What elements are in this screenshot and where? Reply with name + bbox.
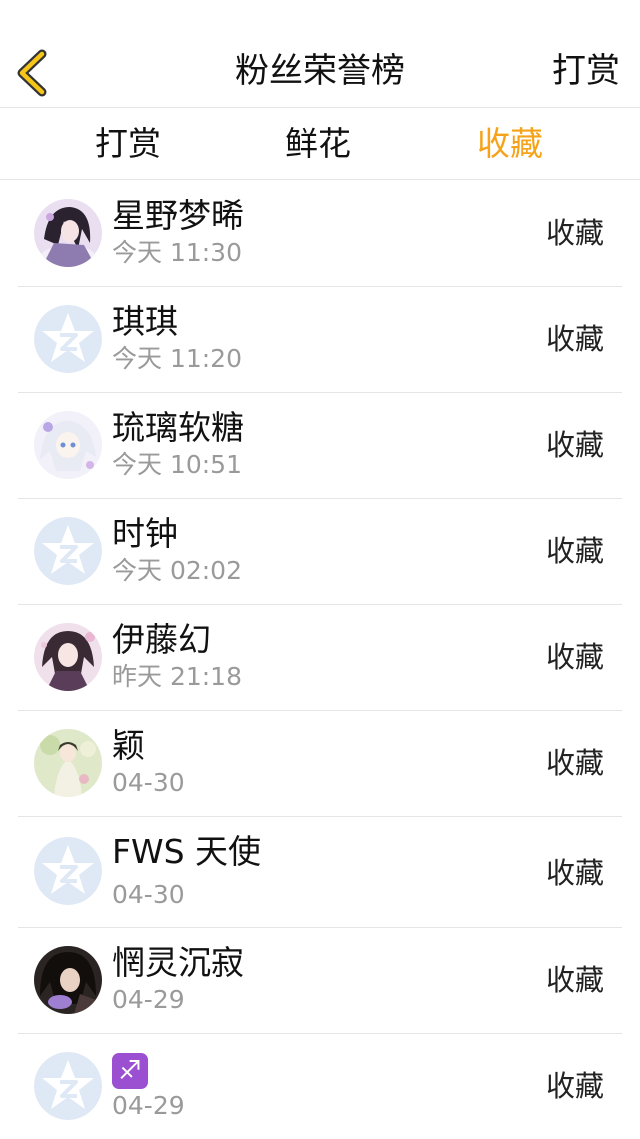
default-avatar-icon [34,517,102,585]
fan-time: 04-30 [112,880,185,909]
tab-bar: 打赏 鲜花 收藏 [0,108,640,180]
list-item[interactable]: 琪琪 今天 11:20 收藏 [0,287,640,393]
fan-name: ♐ [112,1048,148,1090]
fan-time: 今天 02:02 [112,556,242,585]
fan-time: 04-29 [112,1091,185,1120]
fan-time: 今天 11:20 [112,344,242,373]
list-item[interactable]: 颖 04-30 收藏 [0,711,640,817]
list-item[interactable]: 惘灵沉寂 04-29 收藏 [0,928,640,1034]
action-label: 收藏 [545,963,604,997]
action-label: 收藏 [545,1069,604,1103]
list-item[interactable]: ♐ 04-29 收藏 [0,1034,640,1139]
fan-time: 04-29 [112,985,185,1014]
fan-name: 伊藤幻 [112,620,211,659]
tab-flowers[interactable]: 鲜花 [238,122,398,166]
avatar [34,199,102,267]
default-avatar-icon [34,837,102,905]
fan-time: 今天 10:51 [112,450,242,479]
fan-name: 星野梦晞 [112,196,244,235]
list-item[interactable]: 时钟 今天 02:02 收藏 [0,499,640,605]
avatar [34,623,102,691]
fan-time: 今天 11:30 [112,238,242,267]
fan-name: 颖 [112,726,145,765]
tab-favorites[interactable]: 收藏 [430,122,590,166]
list-item[interactable]: FWS 天使 04-30 收藏 [0,817,640,928]
reward-button[interactable]: 打赏 [552,48,620,94]
action-label: 收藏 [545,640,604,674]
list-item[interactable]: 伊藤幻 昨天 21:18 收藏 [0,605,640,711]
fan-name: 惘灵沉寂 [112,943,244,982]
avatar [34,729,102,797]
default-avatar-icon [34,305,102,373]
action-label: 收藏 [545,856,604,890]
avatar [34,411,102,479]
action-label: 收藏 [545,322,604,356]
fan-time: 昨天 21:18 [112,662,242,691]
action-label: 收藏 [545,428,604,462]
fan-name: 琉璃软糖 [112,408,244,447]
action-label: 收藏 [545,746,604,780]
action-label: 收藏 [545,534,604,568]
fan-list: 星野梦晞 今天 11:30 收藏 琪琪 今天 11:20 收藏 琉璃软糖 今天 … [0,181,640,1139]
list-item[interactable]: 星野梦晞 今天 11:30 收藏 [0,181,640,287]
list-item[interactable]: 琉璃软糖 今天 10:51 收藏 [0,393,640,499]
tab-reward[interactable]: 打赏 [48,122,208,166]
page-title: 粉丝荣誉榜 [235,51,405,91]
default-avatar-icon [34,1052,102,1120]
fan-time: 04-30 [112,768,185,797]
action-label: 收藏 [545,216,604,250]
avatar [34,946,102,1014]
sagittarius-icon: ♐ [112,1052,148,1089]
nav-bar: 粉丝荣誉榜 打赏 [0,0,640,108]
fan-name: FWS 天使 [112,832,262,871]
fan-name: 琪琪 [112,302,178,341]
fan-name: 时钟 [112,514,178,553]
